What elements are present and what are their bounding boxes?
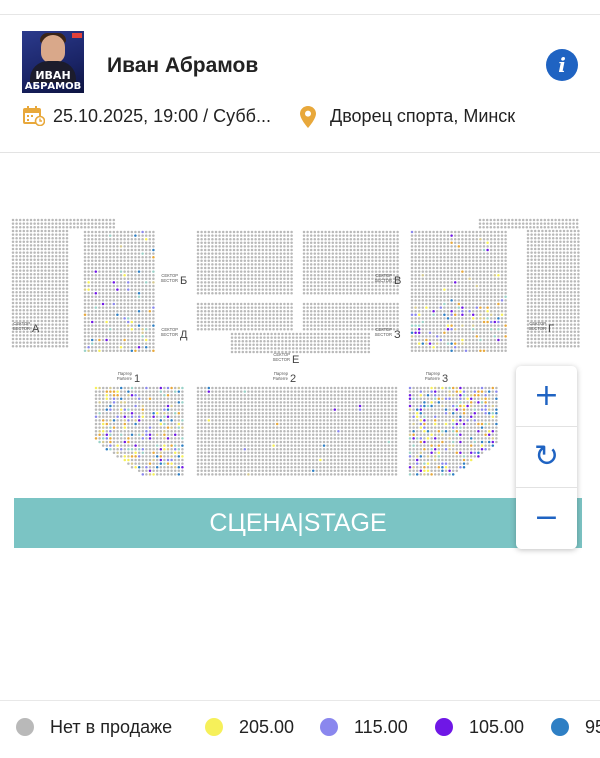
seat-block[interactable] — [197, 303, 293, 331]
seat-map-canvas[interactable]: СЕКТОРSECTORАСЕКТОРSECTORБСЕКТОРSECTORВС… — [0, 152, 600, 700]
seat-block[interactable] — [479, 219, 579, 229]
legend-label: Нет в продаже — [50, 715, 172, 739]
legend-label: 205.00 — [239, 715, 294, 739]
event-datetime: 25.10.2025, 19:00 / Субб... — [53, 106, 271, 127]
seat-block[interactable] — [197, 231, 293, 295]
seat-block[interactable] — [12, 219, 115, 229]
seat-block[interactable] — [197, 387, 398, 476]
price-legend: Нет в продаже 205.00 115.00 105.00 95.00 — [0, 700, 600, 758]
legend-dot — [320, 718, 338, 736]
legend-label: 105.00 — [469, 715, 524, 739]
event-poster: ИВАН АБРАМОВ — [22, 31, 84, 93]
seat-block[interactable] — [411, 303, 507, 352]
zoom-controls: + ↻ − — [516, 366, 577, 549]
zoom-in-button[interactable]: + — [516, 366, 577, 426]
sector-label: СЕКТОРSECTORБ — [161, 273, 188, 287]
seat-block[interactable] — [231, 333, 370, 354]
legend-label: 95.00 — [585, 715, 600, 739]
stage-label: СЦЕНА|STAGE — [14, 498, 582, 548]
sector-label: СЕКТОРSECTORД — [161, 327, 188, 341]
sector-label: ПартерParterre2 — [273, 371, 296, 385]
seat-block[interactable] — [411, 231, 507, 302]
sector-label: СЕКТОРSECTORЕ — [273, 352, 300, 366]
event-venue[interactable]: Дворец спорта, Минск — [330, 106, 515, 127]
poster-text-line2: АБРАМОВ — [22, 81, 84, 92]
sector-label: СЕКТОРSECTORВ — [375, 273, 402, 287]
calendar-icon — [23, 106, 45, 126]
legend-dot — [551, 718, 569, 736]
reset-view-button[interactable]: ↻ — [516, 427, 577, 487]
legend-dot — [435, 718, 453, 736]
sector-label: СЕКТОРSECTORЗ — [375, 327, 401, 341]
event-header: ИВАН АБРАМОВ Иван Абрамов i 25.10.2025, … — [0, 15, 600, 153]
seat-block[interactable] — [84, 303, 155, 352]
event-title: Иван Абрамов — [107, 54, 258, 78]
sector-label: СЕКТОРSECTORГ — [529, 321, 554, 335]
seat-block[interactable] — [95, 387, 184, 476]
sector-label: ПартерParterre1 — [117, 371, 140, 385]
location-pin-icon — [300, 106, 316, 128]
info-icon[interactable]: i — [546, 49, 578, 81]
seat-block[interactable] — [409, 387, 498, 476]
top-bar — [0, 0, 600, 15]
legend-dot — [16, 718, 34, 736]
sector-label: ПартерParterre3 — [425, 371, 448, 385]
seat-block[interactable] — [303, 231, 399, 295]
legend-dot — [205, 718, 223, 736]
seat-map[interactable]: СЕКТОРSECTORАСЕКТОРSECTORБСЕКТОРSECTORВС… — [0, 152, 600, 700]
seat-block[interactable] — [84, 231, 155, 302]
legend-label: 115.00 — [354, 715, 408, 739]
zoom-out-button[interactable]: − — [516, 488, 577, 548]
